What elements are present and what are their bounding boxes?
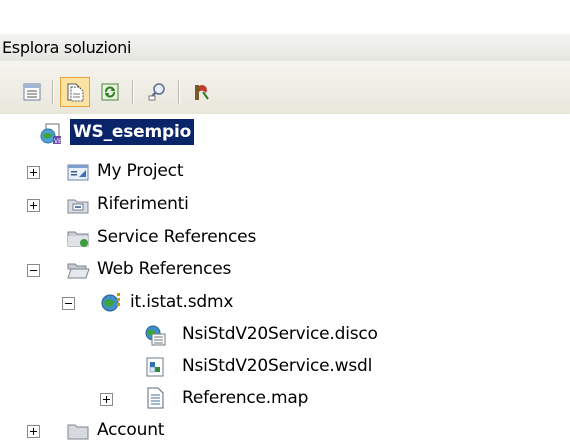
class-diagram-button[interactable] [142,77,172,107]
tree-label-web-references: Web References [97,259,232,279]
properties-icon [23,83,41,101]
expand-toggle[interactable] [27,199,40,212]
toolbar-separator [132,80,133,104]
tree-node-root[interactable]: VB WS_esempio [0,119,570,148]
expand-toggle[interactable] [100,393,113,406]
open-folder-icon [67,263,90,279]
refresh-button[interactable] [95,77,125,107]
tree-node-service-references[interactable]: Service References [0,224,570,252]
show-all-files-icon [67,83,84,102]
expand-toggle[interactable] [27,425,40,438]
tree-node-my-project[interactable]: My Project [0,158,570,186]
collapse-toggle[interactable] [62,297,75,310]
panel-title: Esplora soluzioni [2,38,132,57]
web-project-icon: VB [40,123,62,145]
tree-node-disco-file[interactable]: NsiStdV20Service.disco [0,321,570,349]
tree-label-account: Account [97,420,165,440]
solution-tree: VB WS_esempio My Project Riferimenti Ser… [0,114,570,440]
tree-node-web-references[interactable]: Web References [0,256,570,284]
copy-website-button[interactable] [186,77,216,107]
class-diagram-icon [148,83,165,101]
tree-label-disco-file: NsiStdV20Service.disco [182,324,378,344]
toolbar-separator [178,80,179,104]
tree-node-web-ref-item[interactable]: it.istat.sdmx [0,289,570,317]
tree-node-reference-map[interactable]: Reference.map [0,385,570,413]
collapse-toggle[interactable] [27,264,40,277]
tree-node-wsdl-file[interactable]: NsiStdV20Service.wsdl [0,353,570,381]
disco-file-icon [145,325,166,346]
tree-label-wsdl-file: NsiStdV20Service.wsdl [182,356,373,376]
show-all-files-button[interactable] [60,77,90,107]
folder-icon [67,424,89,440]
tree-label-my-project: My Project [97,161,184,181]
tree-label-web-ref-item: it.istat.sdmx [130,292,234,312]
wsdl-file-icon [146,357,164,377]
references-folder-icon [67,199,89,214]
my-project-icon [67,164,89,181]
tree-label-root: WS_esempio [70,119,195,145]
web-reference-icon [101,293,120,312]
service-references-folder-icon [67,231,89,247]
copy-website-icon [195,85,209,100]
tree-node-riferimenti[interactable]: Riferimenti [0,191,570,219]
toolbar-separator [52,80,53,104]
expand-toggle[interactable] [27,166,40,179]
tree-node-account[interactable]: Account [0,417,570,445]
text-file-icon [147,387,164,409]
properties-button[interactable] [17,77,47,107]
solution-explorer-toolbar [0,61,570,114]
tree-label-reference-map: Reference.map [182,388,309,408]
tree-label-riferimenti: Riferimenti [97,194,189,214]
solution-explorer-titlebar: Esplora soluzioni [0,34,570,61]
svg-text:VB: VB [54,138,62,145]
refresh-icon [101,83,119,101]
tree-label-service-references: Service References [97,227,257,247]
